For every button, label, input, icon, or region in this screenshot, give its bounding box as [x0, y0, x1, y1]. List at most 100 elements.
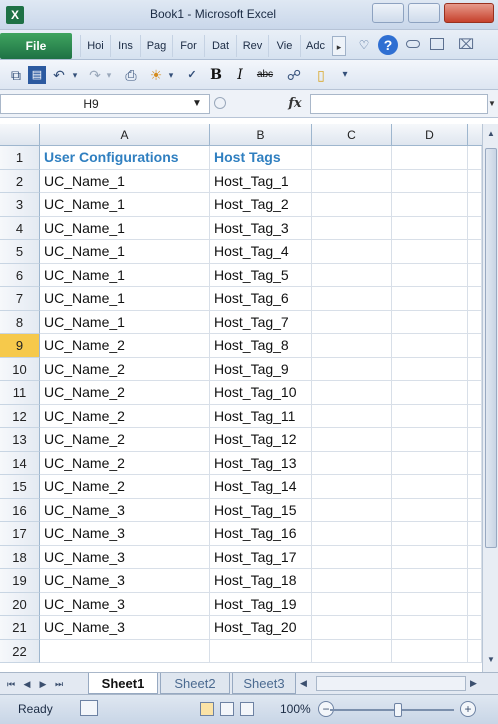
- help-icon[interactable]: ?: [378, 35, 398, 55]
- cell-empty[interactable]: [312, 545, 392, 569]
- find-icon[interactable]: ☍: [284, 66, 304, 84]
- cell-b[interactable]: Host_Tag_11: [210, 404, 312, 428]
- row-header[interactable]: 7: [0, 287, 40, 311]
- expand-icon[interactable]: ♡: [356, 37, 372, 53]
- row-header[interactable]: 16: [0, 498, 40, 522]
- folder-icon[interactable]: ▯: [310, 66, 332, 84]
- cell-empty[interactable]: [468, 310, 482, 334]
- undo-icon[interactable]: ↶: [50, 66, 68, 84]
- cell-empty[interactable]: [392, 334, 468, 358]
- cell-empty[interactable]: [468, 522, 482, 546]
- cell-a[interactable]: UC_Name_1: [40, 310, 210, 334]
- cell-empty[interactable]: [392, 545, 468, 569]
- scroll-right-icon[interactable]: ▶: [470, 676, 484, 691]
- next-sheet-icon[interactable]: ▶: [36, 676, 50, 692]
- row-header[interactable]: 2: [0, 169, 40, 193]
- print-preview-icon[interactable]: ⎙: [122, 66, 140, 84]
- cell-empty[interactable]: [468, 451, 482, 475]
- cell-a[interactable]: UC_Name_1: [40, 287, 210, 311]
- row-header[interactable]: 17: [0, 522, 40, 546]
- cell-empty[interactable]: [468, 475, 482, 499]
- sheet-tab-3[interactable]: Sheet3: [232, 673, 296, 694]
- column-header-b[interactable]: B: [210, 124, 312, 146]
- cell-b[interactable]: Host_Tag_19: [210, 592, 312, 616]
- cell-empty[interactable]: [312, 569, 392, 593]
- expand-formula-icon[interactable]: ▼: [488, 94, 498, 114]
- cell-a[interactable]: UC_Name_2: [40, 381, 210, 405]
- cell-b[interactable]: Host_Tag_5: [210, 263, 312, 287]
- tab-file[interactable]: File: [0, 33, 72, 59]
- cell-a[interactable]: UC_Name_3: [40, 569, 210, 593]
- cell-a[interactable]: UC_Name_3: [40, 592, 210, 616]
- row-header[interactable]: 6: [0, 263, 40, 287]
- insert-sheet-icon[interactable]: ◀: [300, 675, 312, 691]
- cell-empty[interactable]: [468, 357, 482, 381]
- cell-empty[interactable]: [392, 498, 468, 522]
- formula-input[interactable]: [310, 94, 488, 114]
- excel-app-icon[interactable]: X: [6, 6, 24, 24]
- cell-empty[interactable]: [312, 310, 392, 334]
- insert-function-icon[interactable]: fx: [280, 94, 310, 114]
- zoom-slider-thumb[interactable]: [394, 703, 402, 717]
- scroll-down-icon[interactable]: ▼: [485, 652, 497, 668]
- row-header[interactable]: 22: [0, 639, 40, 663]
- cell-empty[interactable]: [312, 263, 392, 287]
- close-button[interactable]: [444, 3, 494, 23]
- cell-empty[interactable]: [468, 146, 482, 170]
- row-header[interactable]: 8: [0, 310, 40, 334]
- cell-a[interactable]: UC_Name_2: [40, 357, 210, 381]
- tab-view[interactable]: Vie: [268, 35, 300, 57]
- cell-empty[interactable]: [392, 428, 468, 452]
- cell-empty[interactable]: [392, 616, 468, 640]
- normal-view-icon[interactable]: [200, 702, 214, 716]
- spelling-icon[interactable]: ✓: [182, 66, 202, 84]
- tab-home[interactable]: Hoi: [80, 35, 110, 57]
- cell-empty[interactable]: [392, 263, 468, 287]
- tab-page-layout[interactable]: Pag: [140, 35, 172, 57]
- customize-icon[interactable]: ▾: [338, 66, 352, 84]
- cell-empty[interactable]: [468, 193, 482, 217]
- tab-insert[interactable]: Ins: [110, 35, 140, 57]
- cell-a[interactable]: UC_Name_2: [40, 475, 210, 499]
- column-header-c[interactable]: C: [312, 124, 392, 146]
- cell-empty[interactable]: [468, 263, 482, 287]
- cell-empty[interactable]: [468, 169, 482, 193]
- row-header[interactable]: 3: [0, 193, 40, 217]
- bold-icon[interactable]: B: [208, 66, 224, 84]
- row-header[interactable]: 9: [0, 334, 40, 358]
- zoom-slider-track[interactable]: [330, 709, 454, 711]
- restore-icon[interactable]: [430, 38, 444, 50]
- page-layout-view-icon[interactable]: [220, 702, 234, 716]
- tab-addins[interactable]: Adc: [300, 35, 330, 57]
- row-header[interactable]: 12: [0, 404, 40, 428]
- undo-dropdown-icon[interactable]: ▾: [70, 66, 80, 84]
- cell-empty[interactable]: [312, 451, 392, 475]
- cell-empty[interactable]: [392, 475, 468, 499]
- cell-b[interactable]: Host_Tag_20: [210, 616, 312, 640]
- paint-dropdown-icon[interactable]: ▾: [166, 66, 176, 84]
- cell-a[interactable]: UC_Name_2: [40, 451, 210, 475]
- row-header[interactable]: 13: [0, 428, 40, 452]
- cell-empty[interactable]: [468, 498, 482, 522]
- sheet-tab-2[interactable]: Sheet2: [160, 673, 230, 694]
- cell-empty[interactable]: [392, 357, 468, 381]
- cell-b[interactable]: Host_Tag_2: [210, 193, 312, 217]
- first-sheet-icon[interactable]: ⏮: [4, 676, 18, 692]
- cell-empty[interactable]: [312, 240, 392, 264]
- row-header[interactable]: 21: [0, 616, 40, 640]
- row-header[interactable]: 4: [0, 216, 40, 240]
- cell-empty[interactable]: [312, 592, 392, 616]
- strikethrough-icon[interactable]: abc: [254, 66, 276, 84]
- row-header[interactable]: 18: [0, 545, 40, 569]
- copy-icon[interactable]: ⧉: [8, 66, 24, 84]
- cell-a[interactable]: [40, 639, 210, 663]
- cell-a[interactable]: UC_Name_3: [40, 498, 210, 522]
- cell-b[interactable]: Host_Tag_12: [210, 428, 312, 452]
- row-header[interactable]: 5: [0, 240, 40, 264]
- row-header[interactable]: 15: [0, 475, 40, 499]
- cell-a[interactable]: UC_Name_1: [40, 169, 210, 193]
- cell-a[interactable]: UC_Name_3: [40, 522, 210, 546]
- paint-icon[interactable]: ☀: [146, 66, 166, 84]
- cell-empty[interactable]: [392, 216, 468, 240]
- cell-empty[interactable]: [312, 381, 392, 405]
